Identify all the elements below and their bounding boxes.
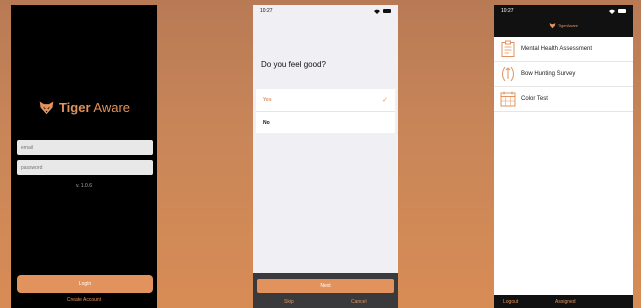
list-item[interactable]: Bow Hunting Survey	[494, 62, 633, 87]
battery-icon	[618, 9, 626, 13]
bottom-bar: Next Skip Cancel	[253, 273, 398, 308]
status-time: 10:27	[260, 8, 273, 14]
wifi-icon	[609, 9, 615, 14]
tiger-logo-icon	[549, 23, 556, 29]
tiger-logo-icon	[39, 101, 54, 115]
checkmark-icon: ✓	[382, 97, 388, 104]
logout-button[interactable]: Logout	[503, 299, 518, 305]
brand-name: TigerAware	[557, 23, 579, 28]
tigeraware-logo: Tiger Aware	[11, 99, 157, 116]
battery-icon	[383, 9, 391, 13]
status-bar: 10:27	[253, 5, 398, 17]
survey-screen: 10:27 Do you feel good? Yes ✓ No Next Sk…	[253, 5, 398, 308]
list-item-label: Mental Health Assessment	[521, 46, 593, 52]
status-bar: 10:27	[494, 5, 633, 17]
tab-bar: Logout Assigned	[494, 295, 633, 308]
list-item[interactable]: Color Test	[494, 87, 633, 112]
skip-button[interactable]: Skip	[284, 299, 294, 305]
version-label: v. 1.0.6	[75, 183, 93, 189]
answer-option-no[interactable]: No	[256, 111, 395, 133]
survey-list-screen: 10:27 TigerAware Mental Health Assessmen…	[494, 5, 633, 308]
tab-assigned[interactable]: Assigned	[555, 299, 576, 305]
list-item-label: Bow Hunting Survey	[521, 71, 576, 77]
header-brand: TigerAware	[494, 22, 633, 29]
answer-label: Yes	[263, 97, 272, 103]
answer-label: No	[263, 119, 270, 126]
answer-option-yes[interactable]: Yes ✓	[256, 89, 395, 111]
status-time: 10:27	[501, 8, 514, 14]
wifi-icon	[374, 9, 380, 14]
calendar-icon	[500, 91, 516, 107]
create-account-link[interactable]: Create Account	[11, 297, 157, 303]
list-item-label: Color Test	[521, 96, 548, 102]
list-item[interactable]: Mental Health Assessment	[494, 37, 633, 62]
password-field[interactable]	[17, 160, 153, 175]
bow-hunting-icon	[502, 66, 514, 82]
next-button[interactable]: Next	[257, 279, 394, 293]
survey-list: Mental Health Assessment Bow Hunting Sur…	[494, 37, 633, 112]
brand-name: Tiger Aware	[58, 100, 131, 115]
login-screen: Tiger Aware v. 1.0.6 Login Create Accoun…	[11, 5, 157, 308]
email-field[interactable]	[17, 140, 153, 155]
answer-list: Yes ✓ No	[256, 89, 395, 133]
cancel-button[interactable]: Cancel	[351, 299, 367, 305]
nav-header: 10:27 TigerAware	[494, 5, 633, 37]
login-button[interactable]: Login	[17, 275, 153, 293]
question-text: Do you feel good?	[261, 60, 326, 69]
clipboard-icon	[501, 40, 515, 57]
